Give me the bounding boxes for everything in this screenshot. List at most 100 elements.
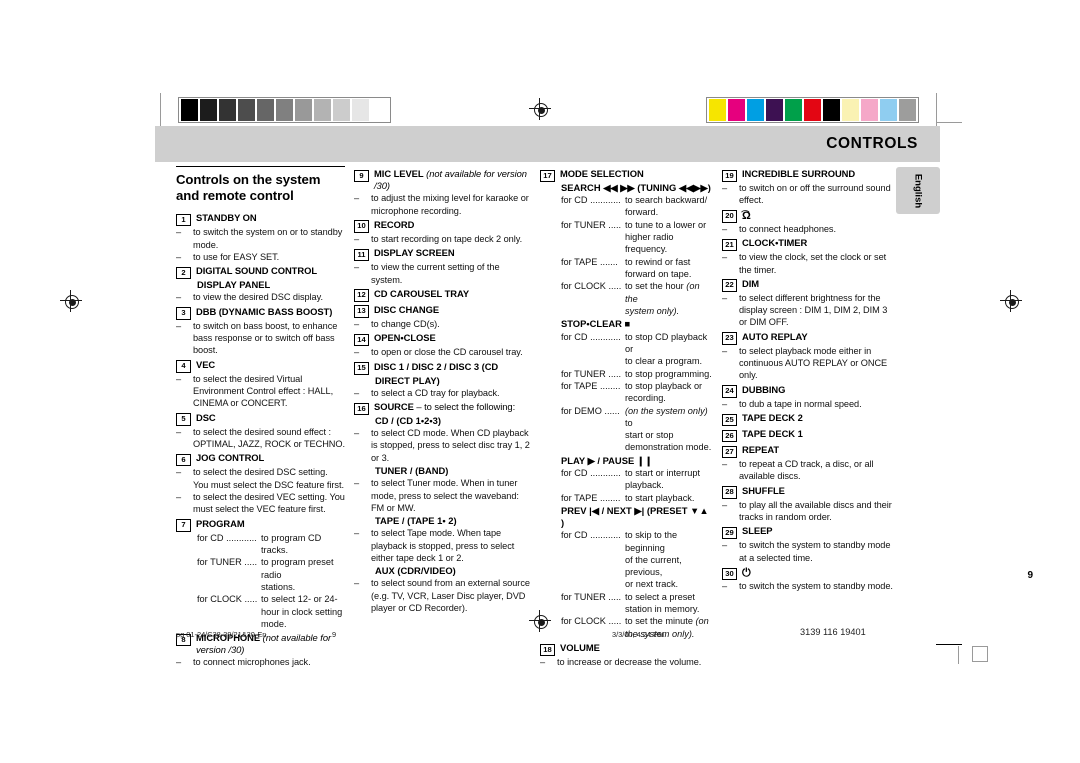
bullet-text: to open or close the CD carousel tray.: [371, 347, 523, 358]
mode-value: to start playback.: [625, 492, 695, 503]
bullet-dash: –: [722, 499, 728, 510]
control-number-badge: 27: [722, 445, 737, 459]
chapter-header-band: CONTROLS: [155, 126, 940, 162]
control-bullet: – to view the desired DSC display.: [176, 291, 345, 303]
control-title-line2: SEARCH ◀◀ ▶▶ (TUNING ◀◀▶▶): [561, 182, 711, 193]
control-title: MIC LEVEL (not available for version /30…: [374, 168, 527, 192]
control-number-badge: 22: [722, 279, 737, 292]
control-title-line2: DISPLAY PANEL: [197, 279, 271, 291]
control-title-line2: DIRECT PLAY): [375, 374, 440, 386]
mode-value: to stop CD playback or: [625, 331, 708, 354]
control-bullet: – to view the current setting of the syst…: [354, 261, 531, 286]
printer-calibration-row: [0, 93, 1080, 127]
bullet-dash: –: [722, 223, 728, 234]
control-mode-row: for CD ............ to search backward/: [561, 194, 713, 206]
control-mode-row: for TUNER ..... to select a preset: [561, 591, 713, 603]
control-mode-row: for DEMO ...... (on the system only) to: [561, 405, 713, 430]
bullet-text: to select Tuner mode. When in tuner mode…: [371, 478, 519, 513]
control-item: 23 AUTO REPLAY – to select playback mode ei…: [722, 331, 895, 382]
control-number-badge: 7: [176, 519, 191, 532]
crop-mark-header: [936, 122, 962, 123]
calibration-swatch: [785, 99, 802, 121]
control-title: OPEN•CLOSE: [374, 332, 436, 344]
mode-value-italic: (on the system only): [625, 405, 708, 416]
control-title: DSC: [196, 411, 216, 423]
control-bullet: – to select Tape mode. When tape playback…: [354, 527, 531, 564]
calibration-swatch: [333, 99, 350, 121]
control-number-badge: 19: [722, 169, 737, 182]
control-mode-row: for TUNER ..... to stop programming.: [561, 368, 713, 380]
control-bullet: – to adjust the mixing level for karaoke …: [354, 192, 531, 217]
bullet-dash: –: [722, 252, 728, 263]
control-bullet: – to use for EASY SET.: [176, 251, 345, 263]
control-mode-continuation: stations.: [261, 581, 296, 592]
control-bullet: – to select the desired sound effect : OP…: [176, 426, 345, 451]
control-subtitle: PLAY ▶ / PAUSE ❙❙: [561, 454, 653, 466]
control-mode-continuation: of the current, previous,: [625, 554, 682, 578]
bullet-text: to switch the system to standby mode at …: [739, 540, 891, 563]
control-item-header: 13 DISC CHANGE: [354, 304, 531, 318]
mode-value: to search backward/: [625, 195, 708, 206]
control-mode-row: for CLOCK ..... to select 12- or 24-: [197, 593, 345, 605]
control-title: TAPE DECK 1: [742, 428, 803, 440]
bullet-dash: –: [176, 292, 182, 303]
control-item: 2 DIGITAL SOUND CONTROL DISPLAY PANEL – to v…: [176, 265, 345, 303]
control-item: 3 DBB (DYNAMIC BASS BOOST) – to switch on b…: [176, 306, 345, 357]
control-number-badge: 6: [176, 453, 191, 467]
control-item-header: 5 DSC: [176, 412, 345, 426]
calibration-swatch: [728, 99, 745, 121]
calibration-swatch: [766, 99, 783, 121]
control-bullet: – to switch the system to standby mode at…: [722, 539, 895, 564]
control-number-badge: 13: [354, 305, 369, 318]
bullet-dash: –: [176, 491, 182, 502]
mode-key: for TUNER .....: [561, 368, 622, 379]
control-title-note: (not available for version /30): [374, 168, 527, 192]
control-title: MODE SELECTION: [560, 168, 644, 179]
calibration-swatch: [257, 99, 274, 121]
control-mode-continuation: playback.: [625, 480, 664, 491]
control-mode-continuation: demonstration mode.: [625, 442, 712, 453]
control-bullet: – to repeat a CD track, a disc, or all av…: [722, 458, 895, 483]
mode-value: to tune to a lower or: [625, 219, 707, 230]
control-subtitle: TAPE / (TAPE 1• 2): [375, 515, 457, 527]
control-title: DISC CHANGE: [374, 303, 440, 315]
control-title: DIM: [742, 277, 760, 289]
control-item: 20͡Ω – to connect headphones.: [722, 209, 895, 236]
control-bullet: – to select CD mode. When CD playback is …: [354, 427, 531, 464]
control-item: 26 TAPE DECK 1: [722, 428, 895, 443]
calibration-swatch: [880, 99, 897, 121]
control-number-badge: 14: [354, 333, 369, 347]
control-item-header: 24 DUBBING: [722, 384, 895, 398]
control-bullet: – to open or close the CD carousel tray.: [354, 346, 531, 358]
control-title-suffix: – to select the following:: [413, 401, 516, 412]
control-bullet: – to select different brightness for the …: [722, 292, 895, 329]
control-item-header: 19 INCREDIBLE SURROUND: [722, 168, 895, 182]
control-mode-continuation: hour in clock setting: [261, 606, 343, 617]
control-bullet: – to select the desired DSC setting. You …: [176, 466, 345, 491]
color-calibration-bar: [706, 97, 919, 123]
control-title: REPEAT: [742, 444, 780, 456]
mode-value: to skip to the beginning: [625, 530, 678, 553]
control-title: INCREDIBLE SURROUND: [742, 168, 856, 179]
mode-key: for TAPE ........: [561, 380, 621, 391]
control-mode-row: for CLOCK ..... to set the hour (on the: [561, 280, 713, 305]
control-bullet: – to switch on bass boost, to enhance bas…: [176, 320, 345, 357]
calibration-swatch: [842, 99, 859, 121]
control-mode-continuation: start or stop: [625, 430, 674, 441]
control-mode-continuation: system only).: [625, 306, 680, 317]
bullet-dash: –: [354, 578, 360, 589]
bullet-dash: –: [354, 233, 360, 244]
control-item-header: 11 DISPLAY SCREEN: [354, 247, 531, 262]
control-item-header: 12 CD CAROUSEL TRAY: [354, 288, 531, 302]
footer-date: 3/3/00, 4:24 PM: [612, 630, 665, 639]
control-mode-row: for CD ............ to program CD tracks.: [197, 532, 345, 557]
control-title: DUBBING: [742, 383, 786, 395]
control-item-header: 16 SOURCE – to select the following:: [354, 401, 531, 415]
bullet-text: to increase or decrease the volume.: [557, 657, 702, 668]
control-item: 30 ⏻ – to switch the system to standby mode…: [722, 566, 895, 593]
mode-key: for TUNER .....: [561, 219, 622, 230]
control-item: 12 CD CAROUSEL TRAY: [354, 288, 531, 302]
controls-col-2: 9 MIC LEVEL (not available for version /3…: [354, 166, 540, 670]
headphones-icon: ͡Ω: [742, 209, 751, 222]
control-title: ͡Ω: [742, 209, 751, 223]
